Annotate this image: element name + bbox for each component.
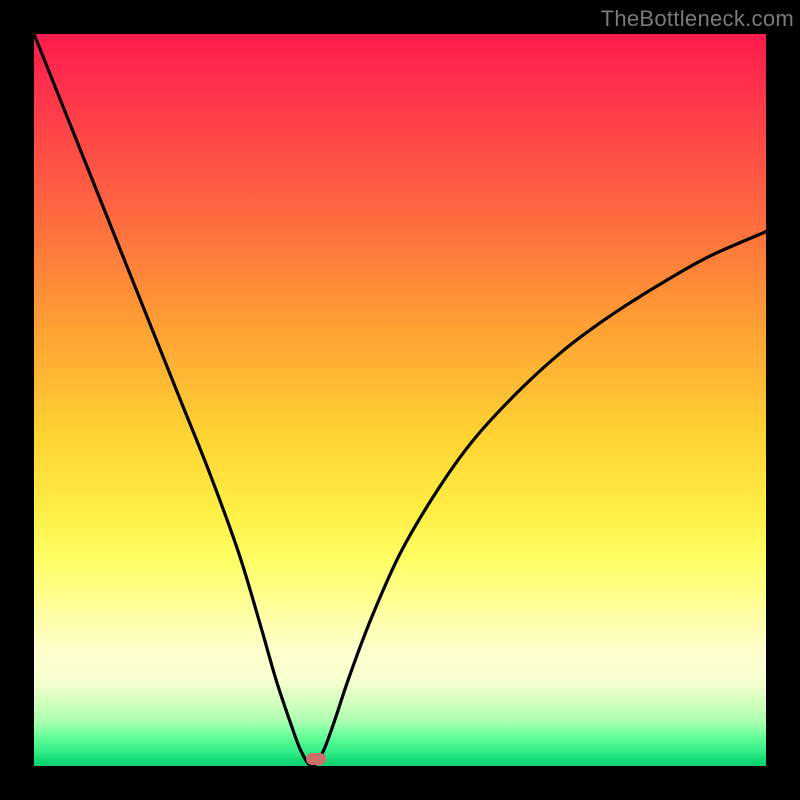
bottleneck-curve bbox=[34, 34, 766, 766]
plot-area bbox=[34, 34, 766, 766]
chart-frame: TheBottleneck.com bbox=[0, 0, 800, 800]
watermark-text: TheBottleneck.com bbox=[601, 6, 794, 32]
optimal-marker bbox=[306, 753, 326, 765]
